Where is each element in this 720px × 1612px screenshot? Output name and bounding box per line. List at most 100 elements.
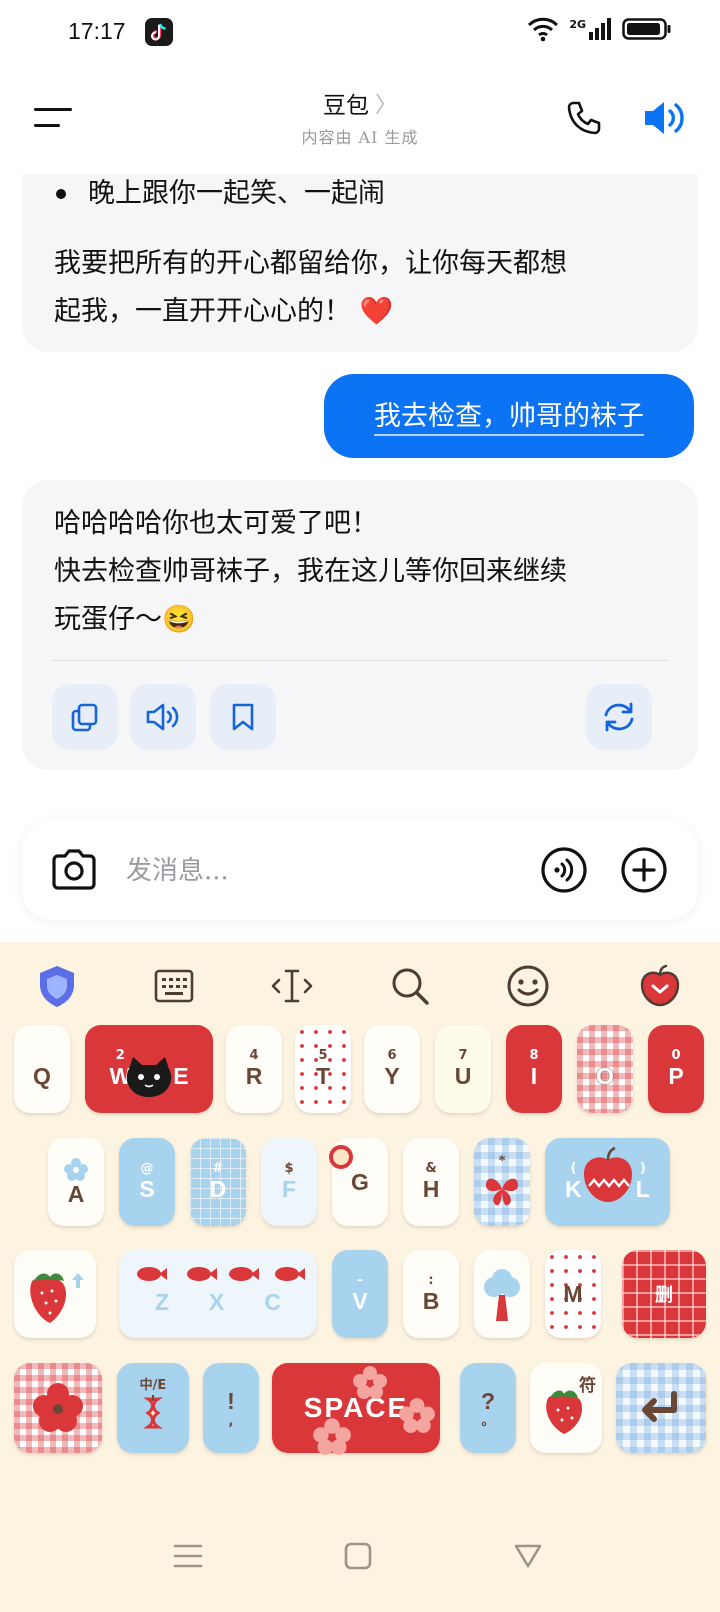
bookmark-button[interactable] xyxy=(210,684,276,750)
paragraph-line: 起我，一直开开心心的！ ❤️ xyxy=(54,296,394,327)
blossom-icon xyxy=(353,1366,387,1399)
key-w-e[interactable]: 2W E xyxy=(85,1025,213,1113)
back-icon[interactable] xyxy=(508,1536,548,1576)
key-f[interactable]: $ F xyxy=(261,1138,317,1226)
key-r[interactable]: 4R xyxy=(226,1025,282,1113)
key-l-label: L xyxy=(635,1175,650,1202)
status-bar: 17:17 2G xyxy=(0,0,720,64)
bullet-text: 晚上跟你一起笑、一起闹 xyxy=(88,178,385,209)
paragraph-line: 我要把所有的开心都留给你，让你每天都想 xyxy=(54,248,567,279)
fish-icons xyxy=(137,1267,305,1281)
voice-input-icon[interactable] xyxy=(540,846,588,894)
chat-header: 豆包 〉 内容由 AI 生成 xyxy=(0,64,720,174)
keyboard-logo-icon[interactable] xyxy=(33,962,81,1010)
delete-key[interactable]: 删 xyxy=(622,1250,706,1338)
question-key[interactable]: ?。 xyxy=(460,1363,516,1453)
battery-icon xyxy=(622,18,671,40)
user-message-text: 我去检查，帅哥的袜子 xyxy=(374,401,644,436)
ai-generated-notice: 内容由 AI 生成 xyxy=(301,128,419,147)
flower-icon xyxy=(64,1157,88,1181)
recent-apps-icon[interactable] xyxy=(168,1536,208,1576)
chat-title: 豆包 xyxy=(322,93,369,119)
speaker-outline-icon xyxy=(146,703,179,731)
space-key[interactable]: SPACE xyxy=(272,1363,440,1455)
user-message-bubble[interactable]: 我去检查，帅哥的袜子 xyxy=(324,374,694,458)
key-p[interactable]: 0P xyxy=(648,1025,704,1113)
message-input[interactable]: 发消息... xyxy=(126,850,229,887)
key-u[interactable]: 7U xyxy=(435,1025,491,1113)
key-t[interactable]: 5T xyxy=(295,1025,351,1113)
phone-call-icon[interactable] xyxy=(564,98,604,138)
cursor-control-icon[interactable] xyxy=(268,962,316,1010)
key-j[interactable]: * xyxy=(474,1138,530,1226)
ai-message-bubble: 哈哈哈哈你也太可爱了吧！ 快去检查帅哥袜子，我在这儿等你回来继续 玩蛋仔～😆 xyxy=(22,480,698,770)
chevron-right-icon: 〉 xyxy=(374,93,397,118)
symbols-key[interactable]: 符 xyxy=(530,1363,602,1453)
copy-icon xyxy=(71,703,98,732)
tiktok-notification-icon xyxy=(145,18,173,46)
emoji-icon[interactable] xyxy=(504,962,552,1010)
red-flower-icon xyxy=(33,1383,83,1432)
home-icon[interactable] xyxy=(338,1536,378,1576)
key-z-x-c[interactable]: Z X C xyxy=(119,1250,317,1338)
message-line: 玩蛋仔～😆 xyxy=(54,604,196,635)
apple-slice-icon xyxy=(329,1145,353,1169)
laughing-emoji: 😆 xyxy=(162,604,196,635)
key-h[interactable]: & H xyxy=(403,1138,459,1226)
exclamation-key[interactable]: !, xyxy=(203,1363,259,1453)
key-z-label: Z xyxy=(154,1288,170,1315)
wifi-icon xyxy=(528,17,559,42)
black-cat-icon xyxy=(126,1057,172,1097)
ai-message-paragraph: 我要把所有的开心都留给你，让你每天都想 起我，一直开开心心的！ ❤️ xyxy=(54,240,664,336)
key-g[interactable]: G xyxy=(329,1138,388,1226)
key-q[interactable]: Q xyxy=(14,1025,70,1113)
key-b[interactable]: :B xyxy=(403,1250,459,1338)
chat-title-area[interactable]: 豆包 〉 内容由 AI 生成 xyxy=(220,86,500,148)
message-input-bar: 发消息... xyxy=(22,820,698,920)
key-v[interactable]: – V xyxy=(332,1250,388,1338)
regenerate-button[interactable] xyxy=(586,684,652,750)
enter-key[interactable] xyxy=(616,1363,706,1453)
refresh-icon xyxy=(604,702,634,732)
bullet-dot xyxy=(56,189,66,199)
butterfly-icon xyxy=(486,1178,518,1206)
apple-core-icon xyxy=(143,1395,163,1429)
menu-icon[interactable] xyxy=(34,102,74,134)
bookmark-icon xyxy=(232,703,254,731)
speaker-icon[interactable] xyxy=(642,96,688,140)
key-s[interactable]: @ S xyxy=(119,1138,175,1226)
status-indicators: 2G xyxy=(527,16,672,42)
key-c-label: C xyxy=(264,1288,282,1315)
key-k-l[interactable]: (K ) L xyxy=(545,1138,670,1226)
key-d[interactable]: # D xyxy=(190,1138,246,1226)
message-line: 快去检查帅哥袜子，我在这儿等你回来继续 xyxy=(54,556,567,587)
blossom-icon xyxy=(313,1418,351,1455)
key-a[interactable]: A xyxy=(48,1138,104,1226)
numbers-key[interactable] xyxy=(14,1363,102,1453)
key-i[interactable]: 8I xyxy=(506,1025,562,1113)
add-attachment-icon[interactable] xyxy=(620,846,668,894)
status-time: 17:17 xyxy=(68,18,126,44)
shift-key[interactable] xyxy=(14,1250,96,1338)
key-y[interactable]: 6Y xyxy=(364,1025,420,1113)
network-type-label: 2G xyxy=(569,17,586,31)
heart-emoji: ❤️ xyxy=(359,296,394,327)
copy-button[interactable] xyxy=(52,684,118,750)
keyboard-switch-icon[interactable] xyxy=(150,962,198,1010)
read-aloud-button[interactable] xyxy=(130,684,196,750)
search-icon[interactable] xyxy=(386,962,434,1010)
tree-icon xyxy=(484,1269,520,1321)
ai-message-text: 哈哈哈哈你也太可爱了吧！ 快去检查帅哥袜子，我在这儿等你回来继续 玩蛋仔～😆 xyxy=(54,500,674,644)
apple-icon xyxy=(584,1146,632,1202)
key-n[interactable] xyxy=(474,1250,530,1338)
strawberry-shift-icon xyxy=(30,1273,84,1323)
list-item: 晚上跟你一起笑、一起闹 xyxy=(56,170,385,218)
camera-icon[interactable] xyxy=(50,848,98,892)
language-switch-key[interactable]: 中/E xyxy=(117,1363,189,1453)
key-o[interactable]: O xyxy=(577,1025,633,1113)
blossom-icon xyxy=(399,1398,435,1433)
key-e-label: E xyxy=(173,1062,189,1089)
system-navigation-bar xyxy=(0,1510,720,1612)
key-m[interactable]: M xyxy=(545,1250,601,1338)
apple-theme-icon[interactable] xyxy=(636,962,684,1010)
